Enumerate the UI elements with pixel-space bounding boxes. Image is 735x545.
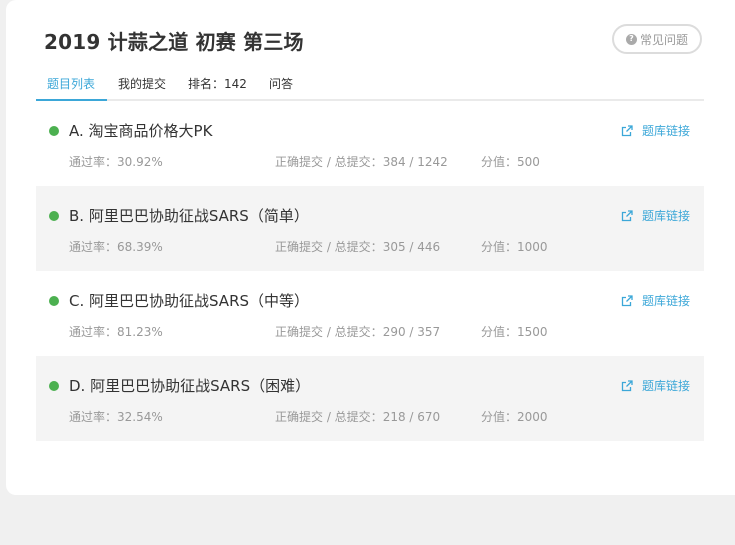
problem-bank-link[interactable]: 题库链接 (621, 207, 690, 224)
faq-button[interactable]: ? 常见问题 (612, 24, 702, 54)
problem-score: 分值：1500 (481, 325, 548, 339)
submission-count: 正确提交 / 总提交：290 / 357 (275, 325, 441, 339)
problem-bank-link[interactable]: 题库链接 (621, 292, 690, 309)
problem-title[interactable]: D. 阿里巴巴协助征战SARS（困难） (69, 375, 310, 396)
external-link-icon (621, 294, 633, 306)
problem-bank-link[interactable]: 题库链接 (621, 122, 690, 139)
problem-score: 分值：500 (481, 155, 540, 169)
problem-title[interactable]: A. 淘宝商品价格大PK (69, 120, 212, 141)
problem-row: D. 阿里巴巴协助征战SARS（困难） 题库链接 通过率：32.54% 正确提交… (36, 356, 704, 441)
problem-list: A. 淘宝商品价格大PK 题库链接 通过率：30.92% 正确提交 / 总提交：… (36, 101, 704, 441)
pass-rate: 通过率：68.39% (69, 240, 163, 254)
problem-title[interactable]: C. 阿里巴巴协助征战SARS（中等） (69, 290, 309, 311)
pass-rate: 通过率：30.92% (69, 155, 163, 169)
problem-row: A. 淘宝商品价格大PK 题库链接 通过率：30.92% 正确提交 / 总提交：… (36, 101, 704, 186)
problem-title[interactable]: B. 阿里巴巴协助征战SARS（简单） (69, 205, 309, 226)
tab-problem-list[interactable]: 题目列表 (36, 70, 108, 101)
link-label: 题库链接 (642, 294, 691, 308)
link-label: 题库链接 (642, 209, 691, 223)
submission-count: 正确提交 / 总提交：218 / 670 (275, 410, 441, 424)
submission-count: 正确提交 / 总提交：305 / 446 (275, 240, 441, 254)
question-circle-icon: ? (625, 33, 637, 45)
tab-qa[interactable]: 问答 (258, 70, 304, 101)
submission-count: 正确提交 / 总提交：384 / 1242 (275, 155, 448, 169)
problem-score: 分值：1000 (481, 240, 548, 254)
tab-my-submissions[interactable]: 我的提交 (107, 70, 177, 101)
tab-ranking[interactable]: 排名：142 (177, 70, 258, 101)
pass-rate: 通过率：32.54% (69, 410, 163, 424)
link-label: 题库链接 (642, 124, 691, 138)
external-link-icon (621, 379, 633, 391)
external-link-icon (621, 209, 633, 221)
page-title: 2019 计蒜之道 初赛 第三场 (44, 30, 304, 54)
solved-status-dot (49, 296, 59, 306)
external-link-icon (621, 124, 633, 136)
link-label: 题库链接 (642, 379, 691, 393)
problem-score: 分值：2000 (481, 410, 548, 424)
solved-status-dot (49, 126, 59, 136)
problem-row: B. 阿里巴巴协助征战SARS（简单） 题库链接 通过率：68.39% 正确提交… (36, 186, 704, 271)
solved-status-dot (49, 381, 59, 391)
pass-rate: 通过率：81.23% (69, 325, 163, 339)
tab-bar: 题目列表 我的提交 排名：142 问答 (36, 70, 704, 101)
faq-label: 常见问题 (639, 32, 688, 47)
problem-row: C. 阿里巴巴协助征战SARS（中等） 题库链接 通过率：81.23% 正确提交… (36, 271, 704, 356)
problem-bank-link[interactable]: 题库链接 (621, 377, 690, 394)
solved-status-dot (49, 211, 59, 221)
